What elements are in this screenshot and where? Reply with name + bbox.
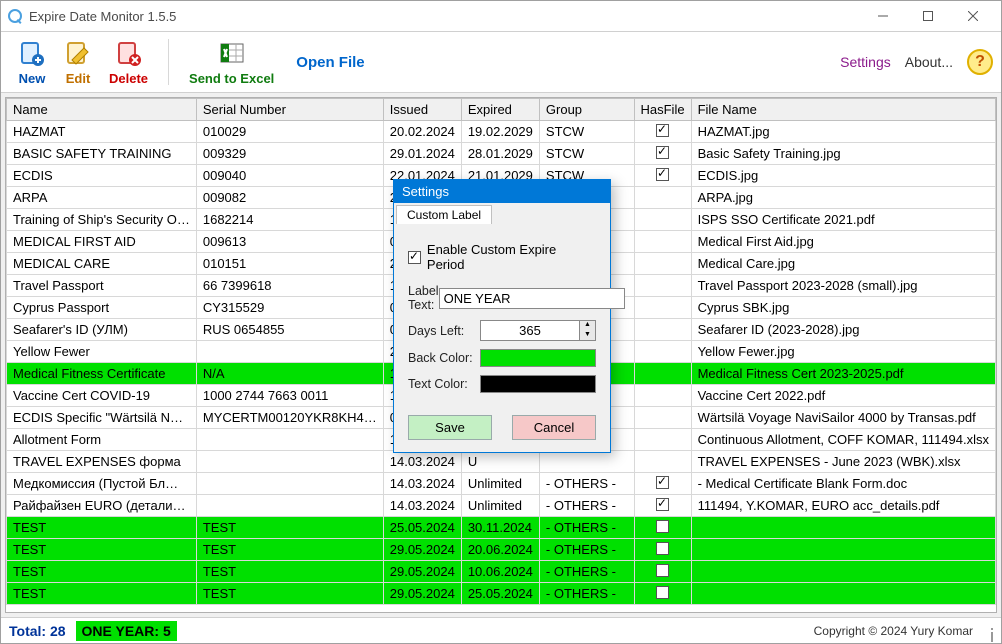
text-color-swatch[interactable]	[480, 375, 596, 393]
table-row[interactable]: TESTTEST29.05.202410.06.2024- OTHERS -	[7, 561, 996, 583]
back-color-swatch[interactable]	[480, 349, 596, 367]
maximize-button[interactable]	[905, 2, 950, 31]
minimize-button[interactable]	[860, 2, 905, 31]
settings-dialog: Settings Custom Label Enable Custom Expi…	[393, 179, 611, 453]
window-title: Expire Date Monitor 1.5.5	[29, 9, 176, 24]
back-color-label: Back Color:	[408, 351, 480, 365]
col-serial[interactable]: Serial Number	[196, 99, 383, 121]
col-expired[interactable]: Expired	[461, 99, 539, 121]
resize-grip[interactable]	[979, 624, 993, 638]
days-spinner[interactable]: ▲▼	[580, 320, 596, 341]
enable-checkbox-row[interactable]: Enable Custom Expire Period	[408, 242, 596, 272]
table-row[interactable]: Медкомиссия (Пустой Бл…14.03.2024Unlimit…	[7, 473, 996, 495]
settings-link[interactable]: Settings	[840, 54, 891, 70]
titlebar: Expire Date Monitor 1.5.5	[1, 1, 1001, 31]
enable-label: Enable Custom Expire Period	[427, 242, 596, 272]
col-name[interactable]: Name	[7, 99, 197, 121]
checkbox-icon[interactable]	[408, 251, 421, 264]
text-color-label: Text Color:	[408, 377, 480, 391]
hasfile-checkbox[interactable]	[656, 124, 669, 137]
statusbar: Total: 28 ONE YEAR: 5 Copyright © 2024 Y…	[1, 617, 1001, 643]
send-to-excel-button[interactable]: Send to Excel	[181, 37, 282, 88]
status-copyright: Copyright © 2024 Yury Komar	[814, 624, 973, 638]
new-icon	[17, 39, 47, 69]
hasfile-checkbox[interactable]	[656, 498, 669, 511]
edit-label: Edit	[66, 71, 91, 86]
hasfile-checkbox[interactable]	[656, 586, 669, 599]
hasfile-checkbox[interactable]	[656, 476, 669, 489]
toolbar: New Edit Delete Send to Excel Open File …	[1, 31, 1001, 93]
col-hasfile[interactable]: HasFile	[634, 99, 691, 121]
tab-custom-label[interactable]: Custom Label	[396, 205, 492, 224]
days-left-input[interactable]	[480, 320, 580, 341]
col-group[interactable]: Group	[539, 99, 634, 121]
table-row[interactable]: Райфайзен EURO (детали…14.03.2024Unlimit…	[7, 495, 996, 517]
open-file-link[interactable]: Open File	[296, 54, 364, 71]
edit-icon	[63, 39, 93, 69]
dialog-title: Settings	[394, 180, 610, 203]
table-row[interactable]: TESTTEST25.05.202430.11.2024- OTHERS -	[7, 517, 996, 539]
status-oneyear: ONE YEAR: 5	[76, 621, 177, 641]
about-link[interactable]: About...	[905, 54, 953, 70]
delete-button[interactable]: Delete	[101, 37, 156, 88]
app-window: Expire Date Monitor 1.5.5 New Edit Delet…	[0, 0, 1002, 644]
status-total: Total: 28	[9, 623, 66, 639]
new-label: New	[19, 71, 46, 86]
delete-icon	[114, 39, 144, 69]
label-text-label: Label Text:	[408, 284, 439, 312]
header-row: Name Serial Number Issued Expired Group …	[7, 99, 996, 121]
dialog-tabs: Custom Label	[394, 203, 610, 224]
excel-icon	[217, 39, 247, 69]
hasfile-checkbox[interactable]	[656, 168, 669, 181]
close-button[interactable]	[950, 2, 995, 31]
edit-button[interactable]: Edit	[55, 37, 101, 88]
hasfile-checkbox[interactable]	[656, 542, 669, 555]
new-button[interactable]: New	[9, 37, 55, 88]
hasfile-checkbox[interactable]	[656, 564, 669, 577]
hasfile-checkbox[interactable]	[656, 146, 669, 159]
help-icon[interactable]: ?	[967, 49, 993, 75]
col-filename[interactable]: File Name	[691, 99, 995, 121]
table-row[interactable]: BASIC SAFETY TRAINING00932929.01.202428.…	[7, 143, 996, 165]
app-icon	[7, 8, 23, 24]
save-button[interactable]: Save	[408, 415, 492, 440]
excel-label: Send to Excel	[189, 71, 274, 86]
days-left-label: Days Left:	[408, 324, 480, 338]
table-row[interactable]: TRAVEL EXPENSES форма14.03.2024UTRAVEL E…	[7, 451, 996, 473]
label-text-input[interactable]	[439, 288, 625, 309]
table-row[interactable]: TESTTEST29.05.202420.06.2024- OTHERS -	[7, 539, 996, 561]
delete-label: Delete	[109, 71, 148, 86]
col-issued[interactable]: Issued	[383, 99, 461, 121]
table-row[interactable]: TESTTEST29.05.202425.05.2024- OTHERS -	[7, 583, 996, 605]
divider	[168, 39, 169, 85]
table-row[interactable]: HAZMAT01002920.02.202419.02.2029STCWHAZM…	[7, 121, 996, 143]
hasfile-checkbox[interactable]	[656, 520, 669, 533]
cancel-button[interactable]: Cancel	[512, 415, 596, 440]
